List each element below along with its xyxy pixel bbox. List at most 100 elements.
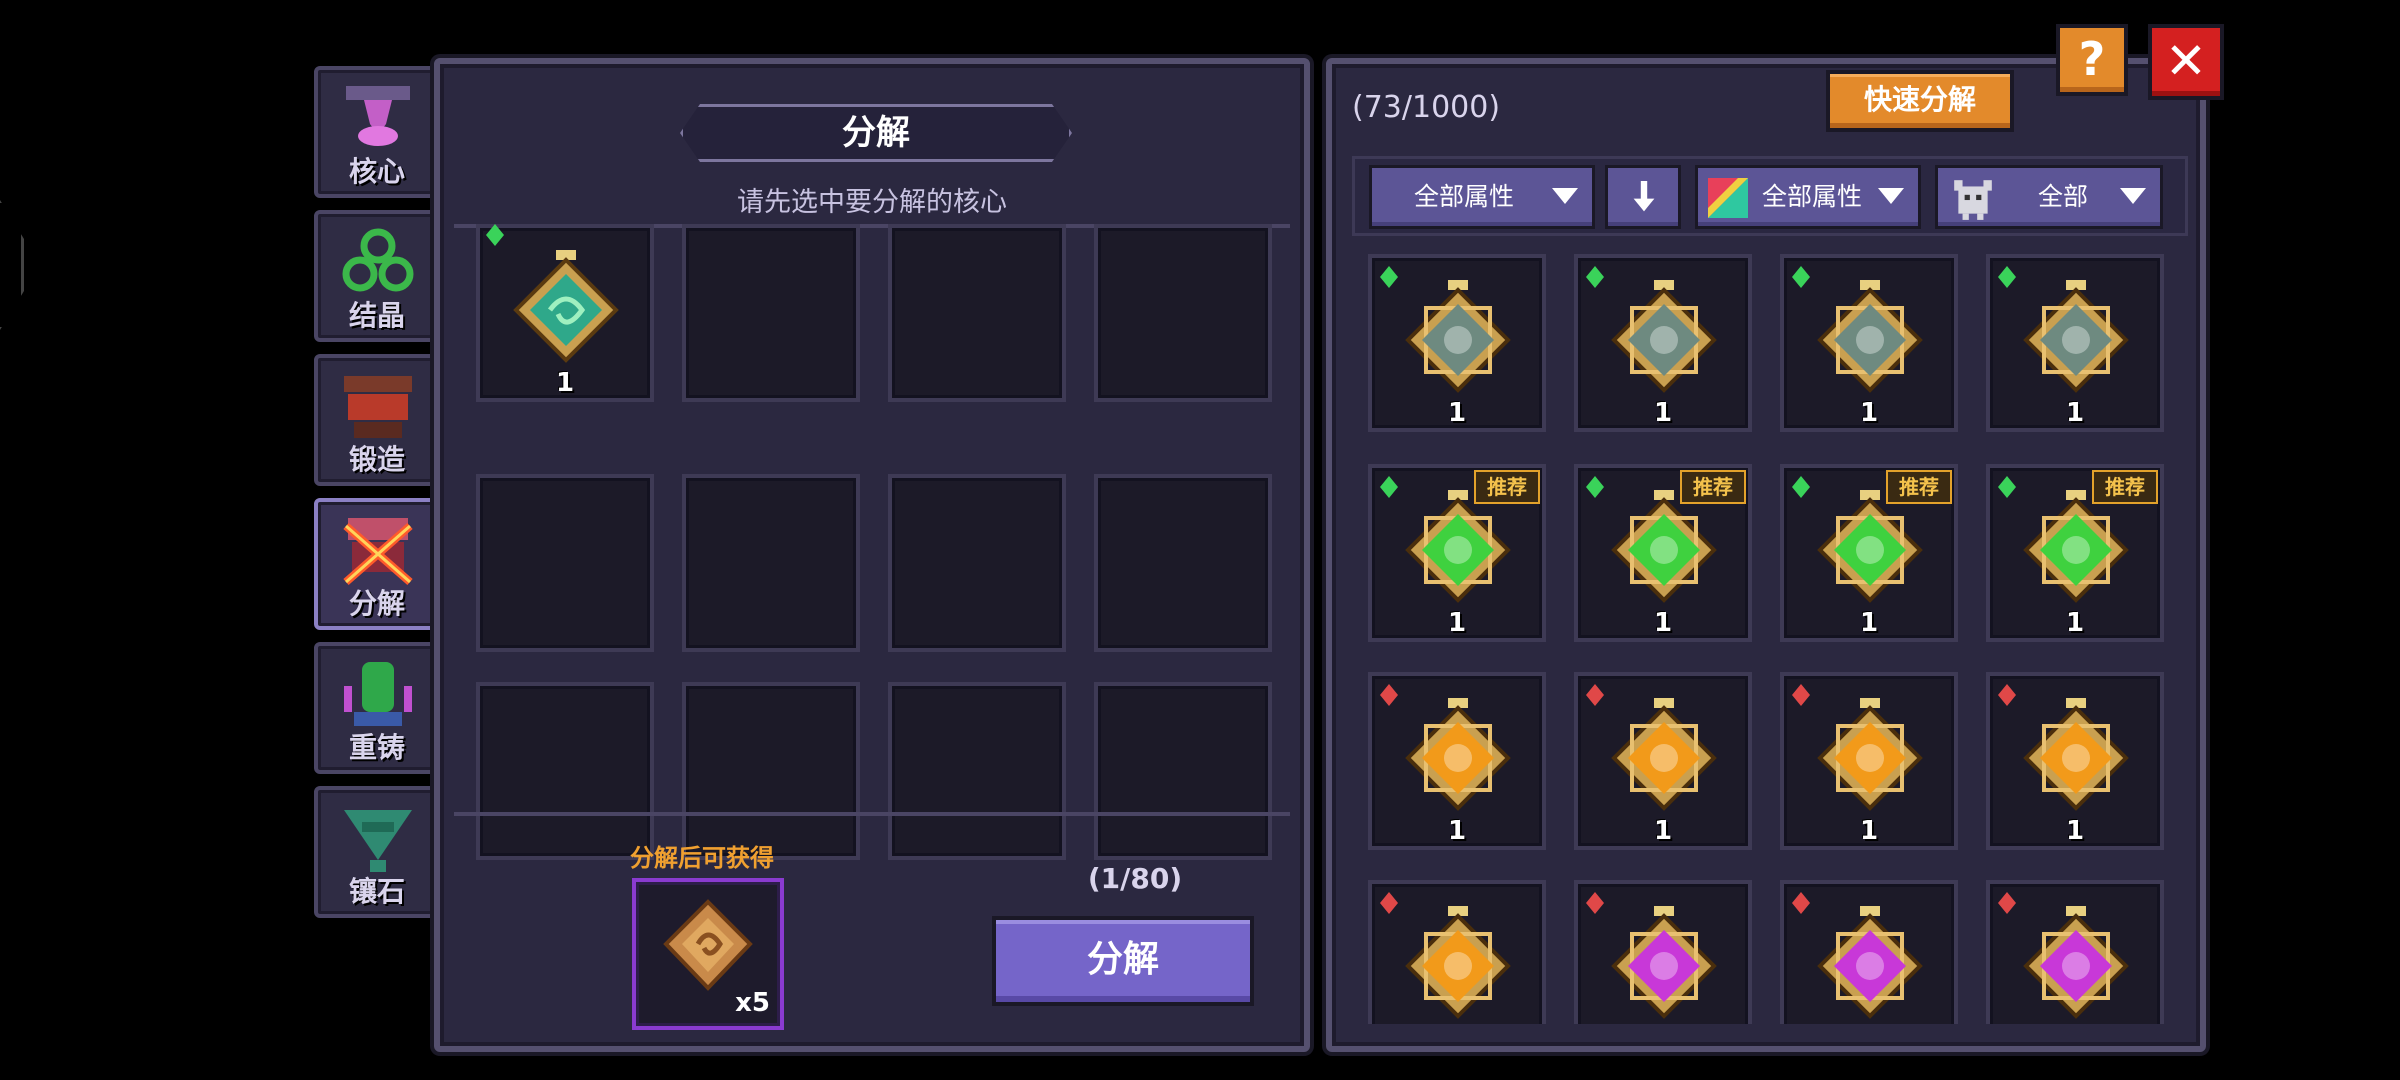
recast-icon <box>344 662 412 726</box>
green-gem-icon <box>1998 476 2016 498</box>
green-gem-icon <box>1380 266 1398 288</box>
element-color-icon <box>1708 178 1748 218</box>
tab-core-label: 核心 <box>348 155 405 188</box>
arrow-down-icon <box>1633 181 1655 212</box>
inventory-item[interactable] <box>1574 880 1752 1024</box>
tab-crystal-label: 结晶 <box>348 299 405 332</box>
inventory-item[interactable]: 推荐 1 <box>1780 464 1958 642</box>
chevron-down-icon <box>1878 188 1904 204</box>
sort-order-button[interactable] <box>1605 165 1681 229</box>
orange-core-icon <box>1405 906 1511 1019</box>
attribute-filter-dropdown[interactable]: 全部属性 <box>1369 165 1595 229</box>
inventory-item[interactable]: 1 <box>1368 254 1546 432</box>
inventory-item[interactable] <box>1986 880 2164 1024</box>
inventory-item[interactable]: 推荐 1 <box>1574 464 1752 642</box>
decompose-icon <box>343 518 413 586</box>
green-gem-icon <box>1586 266 1604 288</box>
red-gem-icon <box>1380 684 1398 706</box>
empty-slot[interactable] <box>888 474 1066 652</box>
core-icon <box>346 86 410 146</box>
tab-inlay[interactable]: 镶石 <box>314 786 440 918</box>
inventory-count: (73/1000) <box>1352 90 1501 125</box>
tab-forge[interactable]: 锻造 <box>314 354 440 486</box>
chevron-down-icon <box>1552 188 1578 204</box>
inventory-item[interactable]: 1 <box>1986 254 2164 432</box>
inventory-item[interactable] <box>1368 880 1546 1024</box>
type-filter-label: 全部 <box>2038 182 2089 211</box>
page-title: 分解 <box>842 113 910 153</box>
empty-slot[interactable] <box>476 474 654 652</box>
empty-slot[interactable] <box>1094 682 1272 860</box>
core-level: 1 <box>1653 816 1673 846</box>
gray-core-icon <box>2023 280 2129 393</box>
inlay-icon <box>344 810 412 872</box>
green-gem-icon <box>1792 476 1810 498</box>
reward-count: x5 <box>735 988 770 1018</box>
recommend-badge: 推荐 <box>1886 470 1952 504</box>
inventory-item[interactable]: 推荐 1 <box>1368 464 1546 642</box>
reward-label: 分解后可获得 <box>630 844 774 872</box>
decompose-hint: 请先选中要分解的核心 <box>737 187 1007 218</box>
core-level: 1 <box>2065 398 2085 428</box>
quick-decompose-button[interactable]: 快速分解 <box>1826 70 2014 132</box>
empty-slot[interactable] <box>476 682 654 860</box>
green-gem-icon <box>1998 266 2016 288</box>
core-level: 1 <box>1653 398 1673 428</box>
tab-recast[interactable]: 重铸 <box>314 642 440 774</box>
gray-core-icon <box>1817 280 1923 393</box>
selected-slot[interactable]: 1 <box>476 224 654 402</box>
core-level: 1 <box>1447 398 1467 428</box>
tab-decompose[interactable]: 分解 <box>314 498 440 630</box>
recommend-badge: 推荐 <box>1680 470 1746 504</box>
inventory-item[interactable]: 1 <box>1780 672 1958 850</box>
inventory-item[interactable]: 1 <box>1574 254 1752 432</box>
red-gem-icon <box>1998 892 2016 914</box>
purple-core-icon <box>1611 906 1717 1019</box>
recommend-badge: 推荐 <box>1474 470 1540 504</box>
inventory-item[interactable]: 1 <box>1986 672 2164 850</box>
core-level: 1 <box>1859 816 1879 846</box>
forge-icon <box>344 376 412 438</box>
green-gem-icon <box>1792 266 1810 288</box>
element-filter-dropdown[interactable]: 全部属性 <box>1695 165 1921 229</box>
decompose-button[interactable]: 分解 <box>992 916 1254 1006</box>
orange-core-icon <box>1611 698 1717 811</box>
orange-core-icon <box>2023 698 2129 811</box>
divider <box>454 812 1290 816</box>
empty-slot[interactable] <box>1094 224 1272 402</box>
empty-slot[interactable] <box>682 682 860 860</box>
reward-slot[interactable]: x5 <box>632 878 784 1030</box>
question-icon: ? <box>2078 32 2106 86</box>
core-level: 1 <box>1447 816 1467 846</box>
inventory-item[interactable]: 1 <box>1574 672 1752 850</box>
element-filter-label: 全部属性 <box>1762 182 1863 211</box>
inventory-item[interactable]: 1 <box>1780 254 1958 432</box>
gray-core-icon <box>1611 280 1717 393</box>
purple-core-icon <box>1817 906 1923 1019</box>
inventory-item[interactable]: 推荐 1 <box>1986 464 2164 642</box>
attribute-filter-label: 全部属性 <box>1414 182 1515 211</box>
crystal-icon <box>342 228 414 292</box>
green-gem-icon <box>1586 476 1604 498</box>
type-filter-dropdown[interactable]: 全部 <box>1935 165 2163 229</box>
inventory-grid: 1 1 1 1 推荐 1 推荐 1 推荐 1 推荐 1 1 1 1 1 <box>1368 254 2178 1024</box>
help-button[interactable]: ? <box>2056 24 2128 96</box>
green-gem-icon <box>1380 476 1398 498</box>
red-gem-icon <box>1792 892 1810 914</box>
green-core-icon <box>2023 490 2129 603</box>
empty-slot[interactable] <box>682 224 860 402</box>
core-level: 1 <box>2065 816 2085 846</box>
recommend-badge: 推荐 <box>2092 470 2158 504</box>
close-icon: ✕ <box>2165 32 2207 90</box>
close-button[interactable]: ✕ <box>2148 24 2224 100</box>
empty-slot[interactable] <box>888 224 1066 402</box>
empty-slot[interactable] <box>888 682 1066 860</box>
inventory-item[interactable]: 1 <box>1368 672 1546 850</box>
inventory-item[interactable] <box>1780 880 1958 1024</box>
tab-core[interactable]: 核心 <box>314 66 440 198</box>
tab-decompose-label: 分解 <box>348 587 405 620</box>
tab-crystal[interactable]: 结晶 <box>314 210 440 342</box>
empty-slot[interactable] <box>682 474 860 652</box>
empty-slot[interactable] <box>1094 474 1272 652</box>
core-level: 1 <box>1859 608 1879 638</box>
